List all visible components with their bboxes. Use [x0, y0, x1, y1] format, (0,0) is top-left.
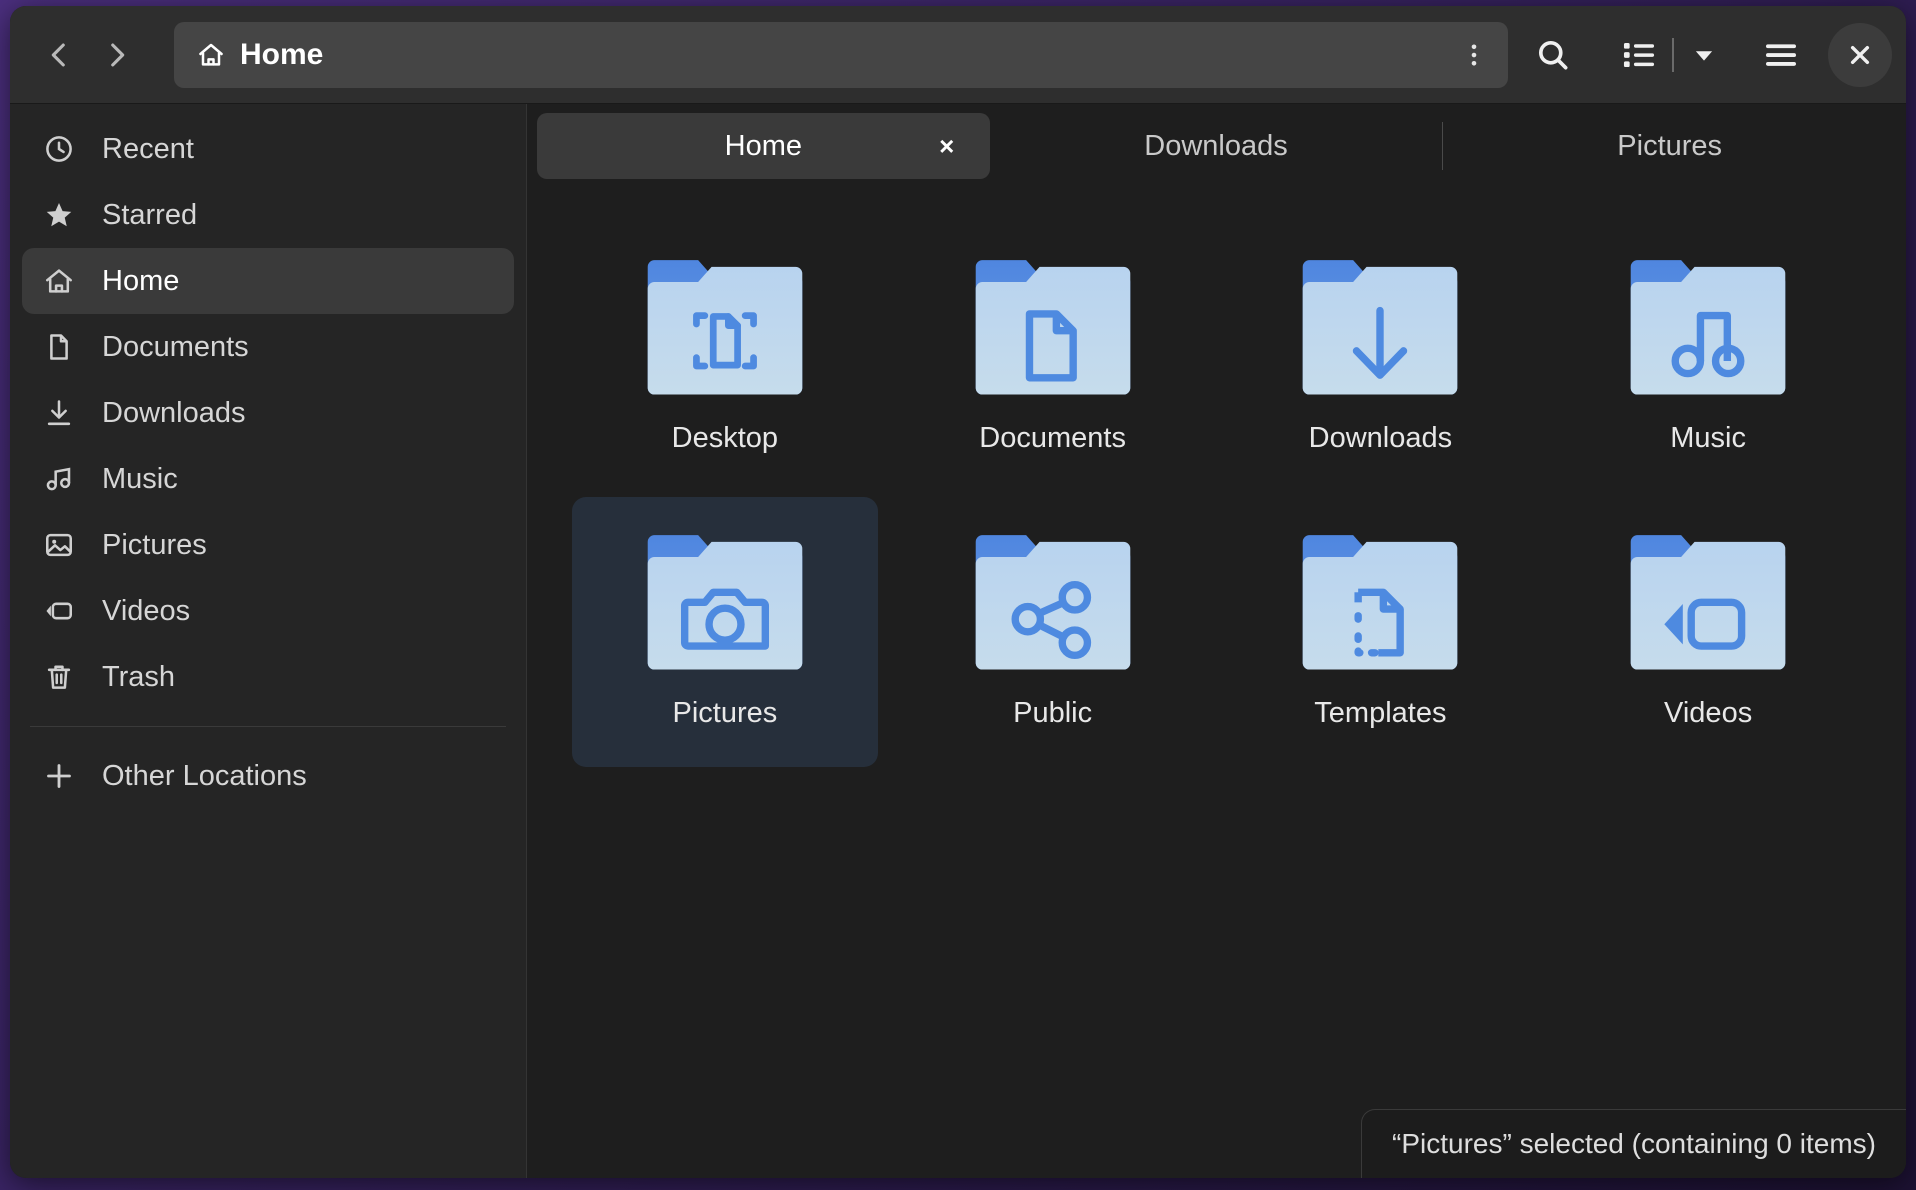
folder-public-icon — [975, 535, 1130, 670]
document-icon — [42, 330, 76, 364]
main-menu-button[interactable] — [1750, 24, 1812, 86]
header-bar: Home — [10, 6, 1906, 104]
file-item-desktop[interactable]: Desktop — [572, 222, 878, 492]
path-bar[interactable]: Home — [174, 21, 1508, 88]
file-item-pictures[interactable]: Pictures — [571, 497, 878, 767]
folder-pictures-icon — [647, 535, 803, 670]
sidebar-item-label: Recent — [102, 132, 194, 165]
file-grid: Desktop Documents Downloads Music Pictur… — [527, 182, 1906, 1178]
tab-label: Pictures — [1617, 129, 1723, 162]
list-view-icon — [1623, 42, 1655, 67]
star-icon — [42, 198, 76, 232]
sidebar-item-other-locations[interactable]: Other Locations — [22, 743, 514, 809]
home-icon — [199, 43, 223, 66]
sidebar-item-starred[interactable]: Starred — [22, 182, 514, 248]
folder-downloads-icon — [1303, 260, 1458, 395]
sidebar-item-label: Videos — [102, 594, 191, 627]
file-item-templates[interactable]: Templates — [1227, 497, 1533, 767]
file-item-label: Public — [1013, 697, 1093, 729]
tab-bar: Home × Downloads Pictures — [527, 104, 1906, 182]
window-body: Recent Starred Home Documents Downloads … — [10, 104, 1906, 1178]
chevron-right-icon — [111, 43, 125, 66]
video-camera-icon — [42, 594, 76, 628]
chevron-left-icon — [51, 43, 65, 66]
folder-videos-icon — [1630, 535, 1786, 670]
trash-icon — [42, 660, 76, 694]
file-item-public[interactable]: Public — [900, 497, 1206, 767]
back-button[interactable] — [30, 26, 88, 84]
tab-downloads[interactable]: Downloads — [990, 113, 1443, 179]
plus-icon — [42, 759, 76, 793]
file-item-label: Templates — [1314, 697, 1447, 729]
file-item-label: Pictures — [672, 697, 778, 729]
sidebar-item-label: Starred — [102, 198, 198, 231]
view-list-button[interactable] — [1608, 24, 1670, 86]
sidebar-item-videos[interactable]: Videos — [22, 578, 514, 644]
folder-templates-icon — [1303, 535, 1458, 670]
search-button[interactable] — [1522, 24, 1584, 86]
search-icon — [1538, 40, 1568, 69]
forward-button[interactable] — [88, 26, 146, 84]
file-item-label: Desktop — [671, 422, 779, 454]
tab-home[interactable]: Home × — [537, 113, 990, 179]
file-item-downloads[interactable]: Downloads — [1227, 222, 1533, 492]
tab-label: Downloads — [1144, 129, 1288, 162]
file-item-videos[interactable]: Videos — [1555, 497, 1861, 767]
file-item-label: Documents — [979, 422, 1126, 454]
vertical-ellipsis-icon — [1471, 43, 1477, 66]
sidebar-item-downloads[interactable]: Downloads — [22, 380, 514, 446]
folder-desktop-icon — [647, 260, 803, 395]
sidebar-item-label: Pictures — [102, 528, 207, 561]
content-area: Home × Downloads Pictures Desktop Docume… — [527, 104, 1906, 1178]
path-bar-menu-button[interactable] — [1448, 29, 1500, 81]
sidebar-item-label: Trash — [102, 660, 176, 693]
music-note-icon — [42, 462, 76, 496]
close-window-button[interactable] — [1828, 22, 1892, 87]
breadcrumb-label: Home — [240, 37, 324, 71]
tab-label: Home — [724, 129, 803, 162]
file-item-label: Videos — [1664, 697, 1753, 729]
sidebar: Recent Starred Home Documents Downloads … — [10, 104, 527, 1178]
breadcrumb[interactable]: Home — [196, 38, 323, 72]
clock-icon — [42, 132, 76, 166]
status-text: “Pictures” selected (containing 0 items) — [1392, 1128, 1876, 1159]
hamburger-icon — [1766, 43, 1796, 66]
view-options-button[interactable] — [1680, 24, 1728, 86]
folder-music-icon — [1630, 260, 1786, 395]
sidebar-item-label: Music — [102, 462, 178, 495]
file-item-label: Downloads — [1308, 422, 1453, 454]
sidebar-item-trash[interactable]: Trash — [22, 644, 514, 710]
view-controls-group — [1604, 24, 1728, 86]
sidebar-item-label: Home — [102, 264, 180, 297]
sidebar-item-pictures[interactable]: Pictures — [22, 512, 514, 578]
sidebar-item-home[interactable]: Home — [22, 248, 514, 314]
chevron-down-icon — [1695, 50, 1713, 61]
close-icon — [1850, 45, 1870, 64]
tab-pictures[interactable]: Pictures — [1443, 113, 1896, 179]
image-icon — [42, 528, 76, 562]
toolbar-divider — [1672, 37, 1674, 72]
sidebar-item-label: Downloads — [102, 396, 246, 429]
status-bar: “Pictures” selected (containing 0 items) — [1361, 1109, 1906, 1178]
file-item-music[interactable]: Music — [1555, 222, 1861, 492]
sidebar-item-label: Other Locations — [102, 759, 307, 792]
download-icon — [42, 396, 76, 430]
home-icon — [42, 264, 76, 298]
sidebar-divider — [30, 726, 506, 727]
file-item-label: Music — [1670, 422, 1746, 454]
file-item-documents[interactable]: Documents — [900, 222, 1206, 492]
sidebar-item-music[interactable]: Music — [22, 446, 514, 512]
sidebar-item-recent[interactable]: Recent — [22, 116, 514, 182]
folder-documents-icon — [975, 260, 1130, 395]
file-manager-window: Home Recent Starred Home Documents Downl… — [10, 6, 1906, 1178]
sidebar-item-documents[interactable]: Documents — [22, 314, 514, 380]
sidebar-item-label: Documents — [102, 330, 249, 363]
tab-close-icon[interactable]: × — [930, 129, 964, 163]
